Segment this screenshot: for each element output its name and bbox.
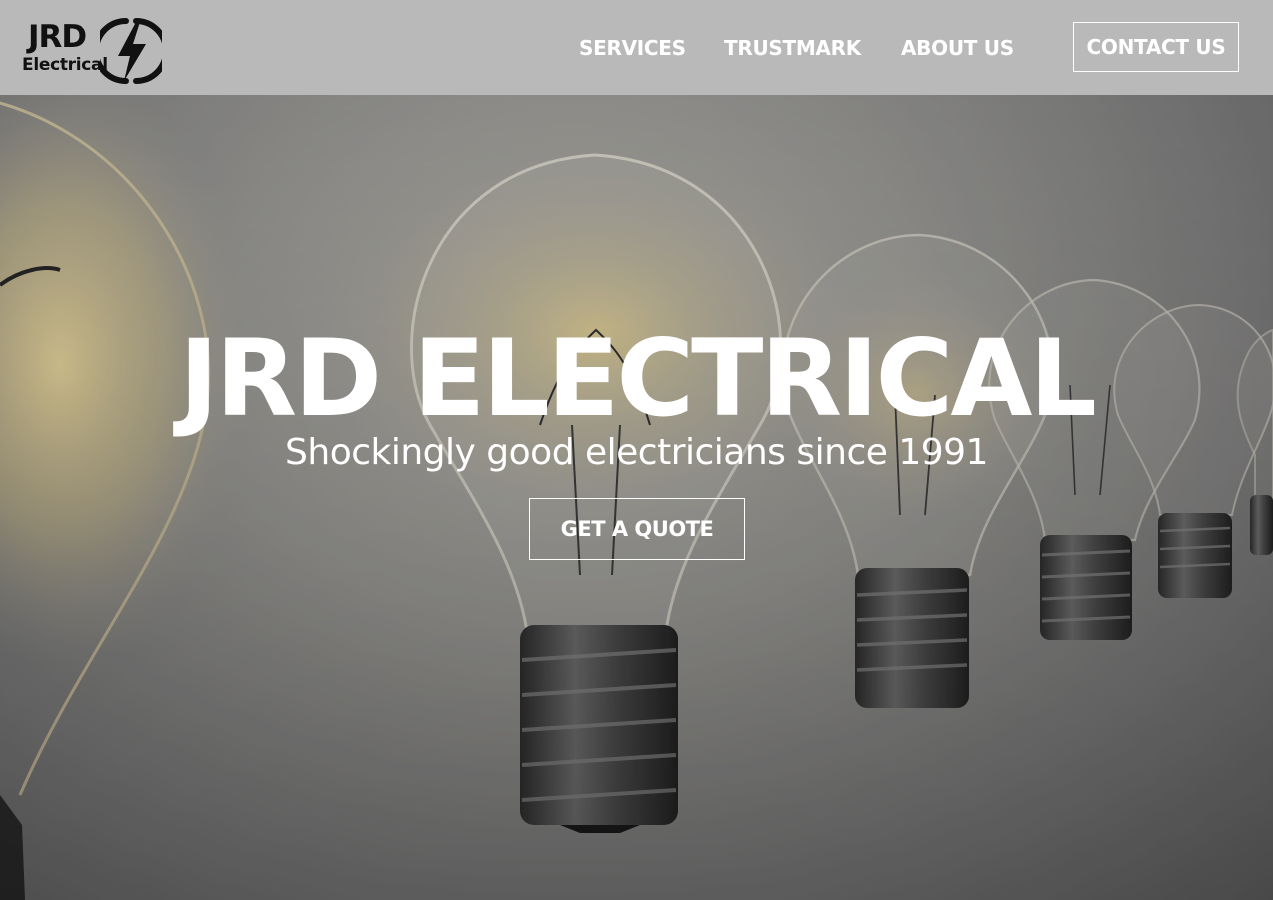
logo-title: JRD (28, 19, 87, 55)
lightning-bolt-icon (100, 18, 162, 84)
hero-section: JRD ELECTRICAL Shockingly good electrici… (0, 95, 1273, 900)
contact-us-button[interactable]: CONTACT US (1073, 22, 1239, 72)
logo[interactable]: JRD Electrical (20, 16, 162, 86)
hero-title: JRD ELECTRICAL (179, 317, 1097, 441)
get-a-quote-button[interactable]: GET A QUOTE (529, 498, 745, 560)
nav-trustmark[interactable]: TRUSTMARK (724, 36, 861, 60)
nav-about-us[interactable]: ABOUT US (901, 36, 1014, 60)
logo-subtitle: Electrical (22, 55, 108, 75)
site-header: JRD Electrical SERVICES TRUSTMARK ABOUT … (0, 0, 1273, 95)
hero-tagline: Shockingly good electricians since 1991 (285, 432, 988, 473)
nav-services[interactable]: SERVICES (579, 36, 686, 60)
